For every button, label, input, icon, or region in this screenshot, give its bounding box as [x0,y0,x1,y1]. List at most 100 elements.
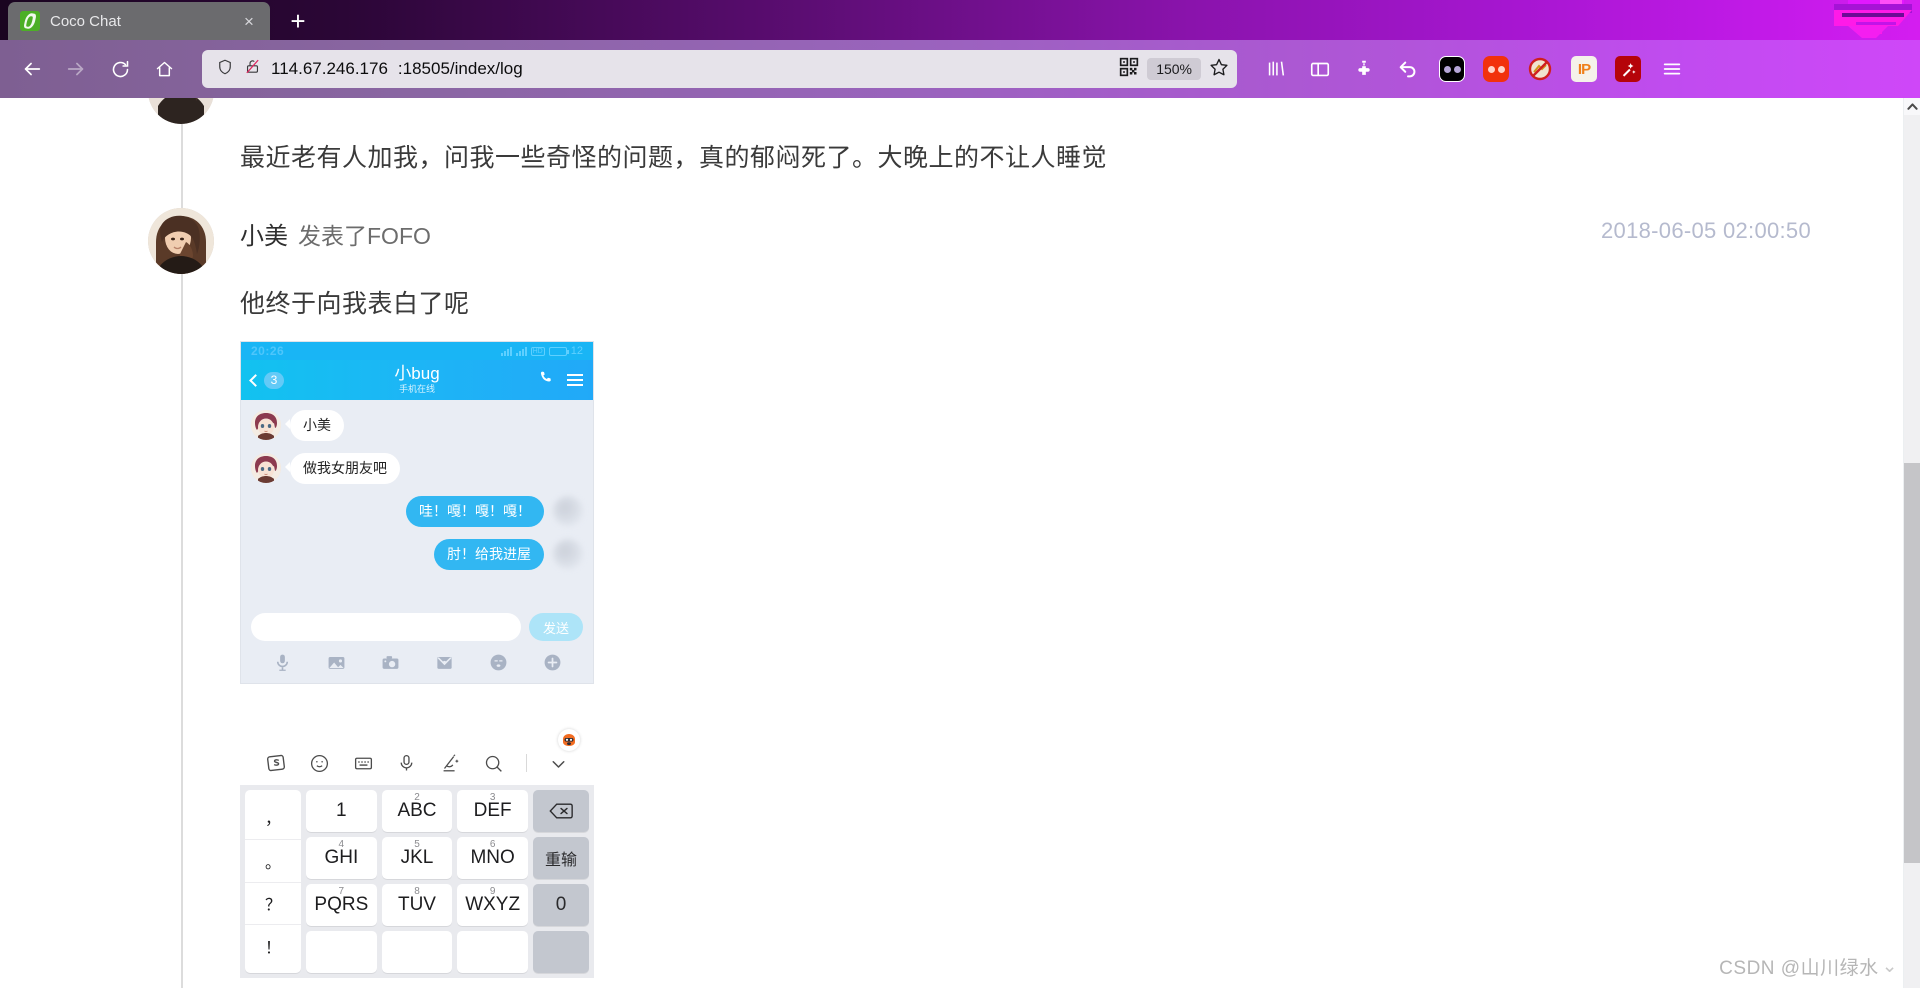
punct-key-comma[interactable]: ， [245,796,301,839]
key-superscript: 2 [414,792,420,803]
keyboard-icon[interactable] [351,751,375,775]
key-label: JKL [400,847,434,868]
url-path: :18505/index/log [397,59,523,78]
watermark: CSDN @山川绿水 ⌄ [1719,953,1898,980]
forward-icon[interactable] [56,49,96,89]
close-icon[interactable]: × [236,8,262,34]
handwriting-icon[interactable] [438,751,462,775]
key-wxyz[interactable]: 9 WXYZ [457,884,528,926]
emoji-icon[interactable] [307,751,331,775]
punct-key-period[interactable]: 。 [245,838,301,882]
key-superscript: 6 [489,839,496,850]
key-1[interactable]: 1 [306,790,377,832]
key-row4-d[interactable] [532,931,589,973]
punct-key-exclaim[interactable]: ！ [245,924,301,967]
reload-icon[interactable] [100,49,140,89]
plus-icon[interactable] [541,651,563,673]
star-icon[interactable] [1209,57,1229,82]
chat-bubble: 肘！给我进屋 [434,538,544,570]
poster-action: 发表了FOFO [298,223,431,249]
tab-title: Coco Chat [50,12,121,30]
avatar[interactable] [148,98,214,124]
key-row4-b[interactable] [381,931,453,973]
punctuation-key-column[interactable]: ， 。 ？ ！ [245,790,301,973]
camera-icon[interactable] [379,651,401,673]
magic-wand-extension-icon[interactable] [1611,52,1645,86]
key-mno[interactable]: 6 MNO [457,837,528,879]
key-superscript: 3 [489,792,496,803]
entry-body: 最近老有人加我，问我一些奇怪的问题，真的郁闷死了。大晚上的不让人睡觉 [240,144,1108,172]
key-abc[interactable]: 2 ABC [381,790,453,832]
message-input[interactable] [251,613,521,641]
key-pqrs[interactable]: 7 PQRS [306,884,377,926]
key-label: 重输 [544,852,577,869]
scroll-up-arrow-icon[interactable] [1904,98,1920,115]
key-label: TUV [397,894,436,915]
zoom-level-indicator[interactable]: 150% [1147,58,1201,80]
library-icon[interactable] [1259,52,1293,86]
punct-key-question[interactable]: ？ [245,881,301,925]
zero-key[interactable]: 0 [532,884,589,926]
send-button[interactable]: 发送 [529,613,583,641]
page-scrollbar[interactable] [1903,98,1920,988]
backspace-key[interactable] [532,790,589,832]
ime-toolbar [240,741,594,785]
chat-avatar-blurred [553,495,583,526]
red-extension-icon[interactable] [1479,52,1513,86]
scrollbar-thumb[interactable] [1904,463,1920,863]
key-ghi[interactable]: 4 GHI [306,837,377,879]
toolbar-divider [525,754,527,772]
avatar[interactable] [148,208,214,274]
hamburger-menu-icon[interactable] [567,374,583,386]
back-button[interactable]: 3 [249,371,284,389]
key-label: WXYZ [465,894,521,915]
lock-broken-icon[interactable] [244,58,261,80]
ip-extension-icon[interactable]: IP [1567,52,1601,86]
browser-window: Coco Chat × + 114.67.246.176:18505/inde… [0,0,1920,988]
sidebar-icon[interactable] [1303,52,1337,86]
search-icon[interactable] [482,751,506,775]
key-jkl[interactable]: 5 JKL [381,837,453,879]
chat-bubble: 做我女朋友吧 [285,452,400,484]
browser-toolbar-icons: IP [1253,52,1689,86]
envelope-icon[interactable] [433,651,455,673]
shield-icon[interactable] [216,58,234,81]
poster-name[interactable]: 小美 [240,216,288,251]
key-row4-c[interactable] [457,931,528,973]
entry-header: 小美 发表了FOFO [240,216,431,251]
phone-status-icons: HD 12 [500,345,583,357]
key-tuv[interactable]: 8 TUV [381,884,453,926]
new-tab-button[interactable]: + [280,4,316,38]
key-superscript: 4 [338,839,345,850]
phone-attachment-tools [241,645,593,683]
key-label: DEF [473,800,512,821]
undo-close-tab-icon[interactable] [1391,52,1425,86]
adblock-disabled-icon[interactable] [1523,52,1557,86]
microphone-icon[interactable] [271,651,293,673]
emoji-icon[interactable] [487,651,509,673]
phone-status-bar: 20:26 HD 12 [241,342,593,360]
leaf-icon [20,11,40,31]
microphone-icon[interactable] [395,751,419,775]
battery-icon [548,346,569,356]
sogou-logo-icon[interactable] [264,751,288,775]
back-icon[interactable] [12,49,52,89]
retype-key[interactable]: 重输 [532,837,589,879]
chat-bubble: 小美 [285,410,344,441]
app-menu-icon[interactable] [1655,52,1689,86]
pocket-icon[interactable] [1435,52,1469,86]
image-icon[interactable] [325,651,347,673]
chat-avatar-blurred [553,538,583,569]
qr-code-icon[interactable] [1119,57,1139,82]
phone-chat-subtitle: 手机在线 [398,384,435,395]
attached-chat-screenshot[interactable]: 20:26 HD 12 3 小bug 手机在线 小美 做我女朋友吧 哇！嘎！嘎！… [240,341,594,684]
browser-tab[interactable]: Coco Chat × [8,2,270,40]
key-def[interactable]: 3 DEF [457,790,528,832]
collapse-keyboard-icon[interactable] [546,751,570,775]
url-bar[interactable]: 114.67.246.176:18505/index/log 150% [202,50,1237,88]
key-label: PQRS [314,894,369,915]
home-icon[interactable] [144,49,184,89]
phone-call-icon[interactable] [538,370,553,390]
extensions-puzzle-icon[interactable] [1347,52,1381,86]
key-row4-a[interactable] [306,931,377,973]
